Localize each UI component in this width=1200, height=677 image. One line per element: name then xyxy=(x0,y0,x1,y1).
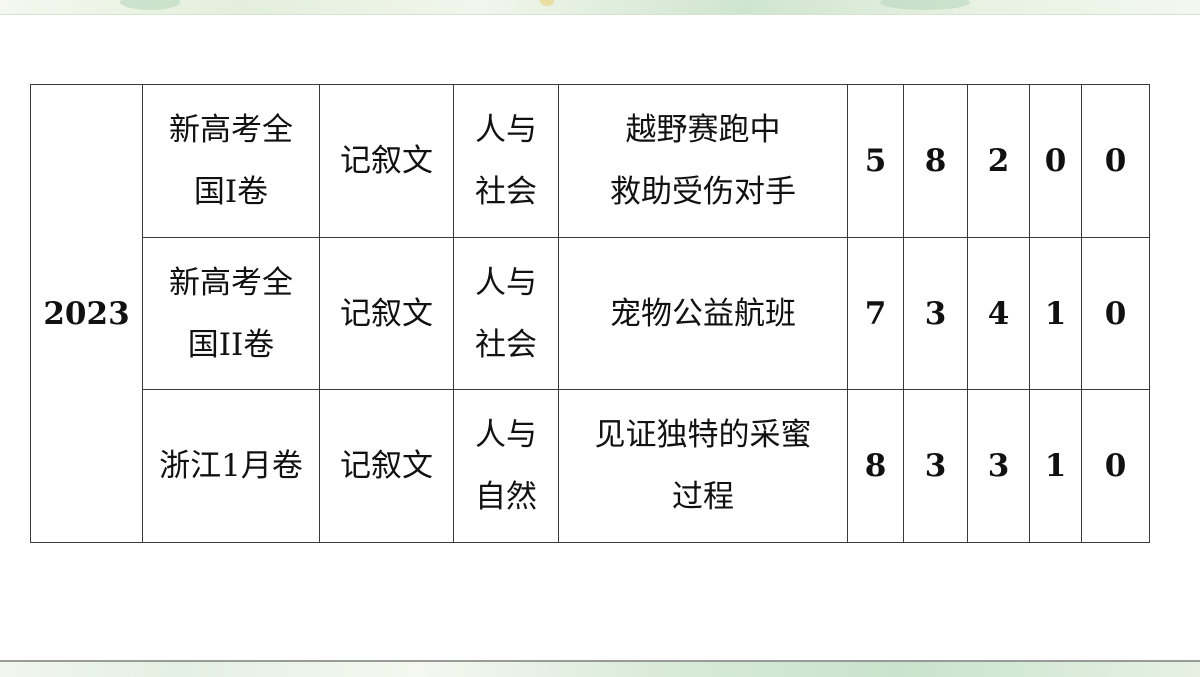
paper-cell: 浙江1月卷 xyxy=(142,389,320,543)
paper-cell: 新高考全 国II卷 xyxy=(142,237,320,390)
theme-line: 人与 xyxy=(475,112,537,148)
exam-analysis-table: 2023 新高考全 国I卷 记叙文 人与 社会 越野赛跑中 救助受伤对手 5 8… xyxy=(30,84,1150,543)
leaf-decoration xyxy=(120,0,180,10)
leaf-decoration xyxy=(540,0,554,6)
count-cell: 5 xyxy=(847,84,904,238)
count-cell: 7 xyxy=(847,237,904,390)
theme-line: 人与 xyxy=(475,264,537,301)
topic-cell: 越野赛跑中 救助受伤对手 xyxy=(558,84,848,238)
topic-line: 越野赛跑中 xyxy=(625,112,781,148)
count-cell: 4 xyxy=(967,237,1030,390)
paper-line: 新高考全 xyxy=(169,112,293,148)
paper-line: 国II卷 xyxy=(187,326,275,363)
paper-line: 新高考全 xyxy=(169,264,293,301)
table-row: 新高考全 国II卷 记叙文 人与 社会 宠物公益航班 7 3 4 1 0 xyxy=(31,237,1150,390)
paper-line: 国I卷 xyxy=(193,174,269,210)
paper-line: 浙江1月卷 xyxy=(159,448,303,484)
count-cell: 0 xyxy=(1081,237,1150,390)
count-cell: 2 xyxy=(967,84,1030,238)
count-cell: 0 xyxy=(1081,389,1150,543)
genre-cell: 记叙文 xyxy=(319,237,454,390)
topic-cell: 宠物公益航班 xyxy=(558,237,848,390)
count-cell: 1 xyxy=(1029,237,1082,390)
count-cell: 3 xyxy=(903,389,968,543)
count-cell: 0 xyxy=(1081,84,1150,238)
count-cell: 0 xyxy=(1029,84,1082,238)
bottom-decorative-band xyxy=(0,660,1200,677)
count-cell: 1 xyxy=(1029,389,1082,543)
theme-line: 人与 xyxy=(475,417,537,453)
count-cell: 8 xyxy=(903,84,968,238)
theme-cell: 人与 社会 xyxy=(453,84,559,238)
topic-line: 见证独特的采蜜 xyxy=(594,417,812,453)
theme-cell: 人与 自然 xyxy=(453,389,559,543)
theme-line: 社会 xyxy=(475,326,537,363)
count-cell: 8 xyxy=(847,389,904,543)
genre-cell: 记叙文 xyxy=(319,389,454,543)
topic-line: 宠物公益航班 xyxy=(610,295,796,332)
count-cell: 3 xyxy=(967,389,1030,543)
topic-line: 过程 xyxy=(672,479,734,515)
theme-line: 自然 xyxy=(475,479,537,515)
year-cell: 2023 xyxy=(30,84,143,543)
topic-line: 救助受伤对手 xyxy=(610,174,796,210)
genre-cell: 记叙文 xyxy=(319,84,454,238)
theme-cell: 人与 社会 xyxy=(453,237,559,390)
top-decorative-band xyxy=(0,0,1200,15)
topic-cell: 见证独特的采蜜 过程 xyxy=(558,389,848,543)
theme-line: 社会 xyxy=(475,174,537,210)
count-cell: 3 xyxy=(903,237,968,390)
table-body: 2023 新高考全 国I卷 记叙文 人与 社会 越野赛跑中 救助受伤对手 5 8… xyxy=(30,84,1150,543)
leaf-decoration xyxy=(880,0,970,10)
table-row: 浙江1月卷 记叙文 人与 自然 见证独特的采蜜 过程 8 3 3 1 0 xyxy=(31,389,1150,543)
table-row: 2023 新高考全 国I卷 记叙文 人与 社会 越野赛跑中 救助受伤对手 5 8… xyxy=(30,84,1150,543)
paper-cell: 新高考全 国I卷 xyxy=(142,84,320,238)
